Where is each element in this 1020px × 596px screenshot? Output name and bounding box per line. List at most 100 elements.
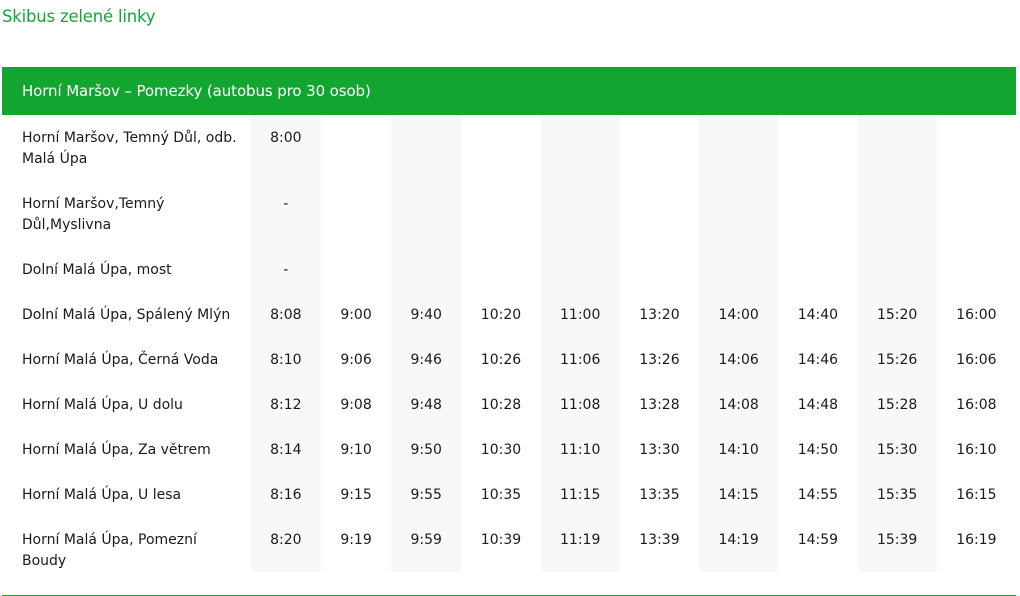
departure-time: 10:26 <box>480 352 522 368</box>
departure-time: 9:15 <box>340 487 372 503</box>
departure-time <box>391 181 462 247</box>
departure-time <box>699 181 779 247</box>
departure-time: 11:08 <box>540 382 620 427</box>
departure-time: 10:30 <box>480 442 522 458</box>
stop-name: Horní Malá Úpa, U dolu <box>22 397 183 413</box>
departure-time: 9:06 <box>340 352 372 368</box>
stop-name: Dolní Malá Úpa, Spálený Mlýn <box>22 307 231 323</box>
departure-time: 16:19 <box>956 532 997 548</box>
departure-time: 10:28 <box>480 397 522 413</box>
departure-time: 13:39 <box>639 532 680 548</box>
table-row: Horní Malá Úpa, U lesa 8:16 9:15 9:55 10:35 1… <box>2 472 1016 517</box>
table-row: Horní Malá Úpa, Černá Voda 8:10 9:06 9:46 10… <box>2 337 1016 382</box>
departure-time: 14:08 <box>699 382 779 427</box>
departure-time: 15:28 <box>857 382 937 427</box>
departure-time: 15:39 <box>857 517 937 572</box>
departure-time: 9:19 <box>340 532 372 548</box>
departure-time <box>778 247 857 292</box>
departure-time <box>321 181 391 247</box>
departure-time: 16:08 <box>956 397 997 413</box>
departure-time: 11:19 <box>540 517 620 572</box>
table-row: Horní Maršov,Temný Důl,Myslivna - <box>2 181 1016 247</box>
departure-time <box>857 115 937 181</box>
departure-time: 9:00 <box>340 307 372 323</box>
departure-time: 9:10 <box>340 442 372 458</box>
departure-time: 11:00 <box>540 292 620 337</box>
timetable: Horní Maršov, Temný Důl, odb. Malá Úpa 8:… <box>2 115 1016 572</box>
departure-time: 13:20 <box>639 307 680 323</box>
departure-time: 9:55 <box>391 472 462 517</box>
departure-time: 8:12 <box>250 382 321 427</box>
departure-time: 15:26 <box>857 337 937 382</box>
table-row: Dolní Malá Úpa, Spálený Mlýn 8:08 9:00 9:40… <box>2 292 1016 337</box>
departure-time <box>937 247 1016 292</box>
table-row: Dolní Malá Úpa, most - <box>2 247 1016 292</box>
departure-time <box>391 247 462 292</box>
departure-time: 9:59 <box>391 517 462 572</box>
departure-time: - <box>250 247 321 292</box>
departure-time: 15:20 <box>857 292 937 337</box>
departure-time <box>391 115 462 181</box>
departure-time: 14:06 <box>699 337 779 382</box>
departure-time: 14:19 <box>699 517 779 572</box>
route-header: Horní Maršov – Pomezky (autobus pro 30 o… <box>2 67 1016 115</box>
departure-time <box>857 181 937 247</box>
departure-time: 8:20 <box>250 517 321 572</box>
departure-time <box>937 181 1016 247</box>
departure-time: 16:10 <box>956 442 997 458</box>
departure-time <box>540 247 620 292</box>
departure-time <box>461 247 540 292</box>
table-row: Horní Malá Úpa, Za větrem 8:14 9:10 9:50 10:… <box>2 427 1016 472</box>
departure-time <box>540 181 620 247</box>
route-title: Horní Maršov – Pomezky (autobus pro 30 o… <box>22 82 371 100</box>
departure-time: - <box>250 181 321 247</box>
departure-time <box>778 115 857 181</box>
stop-name: Horní Malá Úpa, Za větrem <box>22 442 211 458</box>
departure-time: 13:28 <box>639 397 680 413</box>
departure-time: 16:06 <box>956 352 997 368</box>
departure-time <box>699 247 779 292</box>
departure-time: 13:35 <box>639 487 680 503</box>
stop-name: Horní Malá Úpa, Pomezní Boudy <box>22 532 197 569</box>
departure-time: 9:46 <box>391 337 462 382</box>
departure-time: 11:15 <box>540 472 620 517</box>
stop-name: Horní Maršov,Temný Důl,Myslivna <box>22 196 165 233</box>
departure-time: 14:59 <box>797 532 839 548</box>
departure-time: 8:14 <box>250 427 321 472</box>
departure-time <box>321 115 391 181</box>
departure-time: 10:39 <box>480 532 522 548</box>
departure-time: 13:26 <box>639 352 680 368</box>
departure-time: 9:48 <box>391 382 462 427</box>
departure-time: 14:10 <box>699 427 779 472</box>
departure-time: 9:08 <box>340 397 372 413</box>
departure-time: 13:30 <box>639 442 680 458</box>
table-row: Horní Malá Úpa, U dolu 8:12 9:08 9:48 10:28 1… <box>2 382 1016 427</box>
departure-time: 16:15 <box>956 487 997 503</box>
departure-time <box>857 247 937 292</box>
table-row: Horní Malá Úpa, Pomezní Boudy 8:20 9:19 9:5… <box>2 517 1016 572</box>
departure-time: 15:35 <box>857 472 937 517</box>
stop-name: Horní Maršov, Temný Důl, odb. Malá Úpa <box>22 130 237 167</box>
departure-time <box>699 115 779 181</box>
departure-time: 11:10 <box>540 427 620 472</box>
departure-time: 9:40 <box>391 292 462 337</box>
table-row: Horní Maršov, Temný Důl, odb. Malá Úpa 8:… <box>2 115 1016 181</box>
departure-time <box>937 115 1016 181</box>
departure-time <box>620 115 699 181</box>
departure-time <box>540 115 620 181</box>
departure-time: 14:48 <box>797 397 839 413</box>
departure-time: 14:55 <box>797 487 839 503</box>
departure-time <box>778 181 857 247</box>
departure-time: 15:30 <box>857 427 937 472</box>
departure-time <box>461 115 540 181</box>
departure-time: 11:06 <box>540 337 620 382</box>
departure-time <box>620 181 699 247</box>
departure-time: 8:00 <box>250 115 321 181</box>
stop-name: Horní Malá Úpa, Černá Voda <box>22 352 219 368</box>
departure-time <box>321 247 391 292</box>
departure-time: 14:50 <box>797 442 839 458</box>
departure-time <box>620 247 699 292</box>
page-title: Skibus zelené linky <box>2 7 156 26</box>
departure-time: 8:10 <box>250 337 321 382</box>
departure-time <box>461 181 540 247</box>
